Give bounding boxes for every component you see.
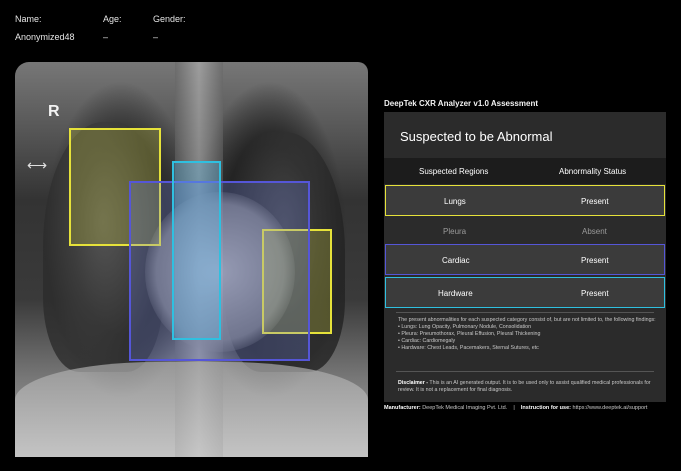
hardware-region-box[interactable] <box>172 161 221 340</box>
findings-notes: The present abnormalities for each suspe… <box>398 317 656 352</box>
patient-gender-value: – <box>153 32 159 42</box>
diaphragm-shadow <box>15 362 368 457</box>
disclaimer-label: Disclaimer - <box>398 380 429 386</box>
table-header: Suspected Regions Abnormality Status <box>384 158 666 184</box>
manufacturer-value: DeepTek Medical Imaging Pvt. Ltd. <box>420 405 508 411</box>
notes-intro: The present abnormalities for each suspe… <box>398 317 656 323</box>
patient-age-block: Age: – <box>103 14 122 42</box>
divider <box>396 312 654 313</box>
region-label: Cardiac <box>442 256 470 265</box>
patient-age-value: – <box>103 32 109 42</box>
patient-name-label: Name: <box>15 14 42 24</box>
note-item: • Pleura: Pneumothorax, Pleural Effusion… <box>398 331 541 337</box>
region-label: Lungs <box>444 197 466 206</box>
report-app-title: DeepTek CXR Analyzer v1.0 Assessment <box>384 99 538 108</box>
patient-name-value: Anonymized48 <box>15 32 75 42</box>
note-item: • Cardiac: Cardiomegaly <box>398 338 456 344</box>
region-label: Pleura <box>443 227 467 236</box>
note-item: • Lungs: Lung Opacity, Pulmonary Nodule,… <box>398 324 532 330</box>
col-region-header: Suspected Regions <box>419 167 489 176</box>
side-marker: R <box>48 103 60 120</box>
table-row-lungs[interactable]: Lungs Present <box>385 185 665 216</box>
resize-arrows-icon[interactable]: ⟷ <box>27 157 47 174</box>
manufacturer-label: Manufacturer: <box>384 405 421 411</box>
status-label: Absent <box>582 227 607 236</box>
table-row-hardware[interactable]: Hardware Present <box>385 277 665 308</box>
patient-name-block: Name: Anonymized48 <box>15 14 75 42</box>
table-row-cardiac[interactable]: Cardiac Present <box>385 244 665 275</box>
disclaimer-text: This is an AI generated output. It is to… <box>398 380 651 393</box>
assessment-heading: Suspected to be Abnormal <box>400 129 553 144</box>
patient-age-label: Age: <box>103 14 122 24</box>
assessment-panel: Suspected to be Abnormal Suspected Regio… <box>384 112 666 402</box>
instruction-label: Instruction for use: <box>520 405 571 411</box>
table-row-pleura[interactable]: Pleura Absent <box>385 216 665 247</box>
col-status-header: Abnormality Status <box>559 167 627 176</box>
status-label: Present <box>581 289 609 298</box>
patient-gender-label: Gender: <box>153 14 186 24</box>
disclaimer: Disclaimer - This is an AI generated out… <box>398 380 656 394</box>
divider <box>396 371 654 372</box>
footer-divider: | <box>513 405 515 411</box>
instruction-link[interactable]: https://www.deeptek.ai/support <box>571 405 648 411</box>
note-item: • Hardware: Chest Leads, Pacemakers, Ste… <box>398 345 539 351</box>
patient-gender-block: Gender: – <box>153 14 186 42</box>
status-label: Present <box>581 256 609 265</box>
status-label: Present <box>581 197 609 206</box>
footer: Manufacturer: DeepTek Medical Imaging Pv… <box>384 405 647 411</box>
region-label: Hardware <box>438 289 473 298</box>
